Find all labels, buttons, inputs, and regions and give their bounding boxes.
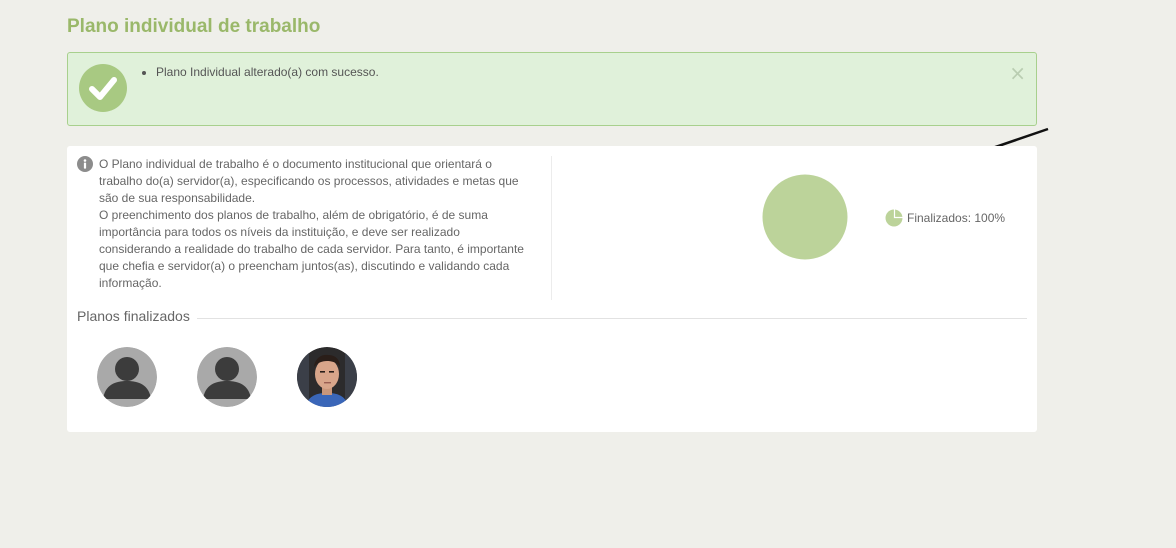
vertical-divider — [551, 156, 552, 300]
avatar-user-1[interactable] — [97, 347, 157, 407]
pie-chart-icon — [885, 209, 903, 227]
alert-message-list: Plano Individual alterado(a) com sucesso… — [136, 65, 379, 79]
user-placeholder-icon — [197, 347, 257, 407]
user-photo-icon — [297, 347, 357, 407]
section-divider — [197, 318, 1027, 319]
info-paragraph-1: O Plano individual de trabalho é o docum… — [99, 157, 519, 205]
info-card: O Plano individual de trabalho é o docum… — [67, 146, 1037, 432]
user-placeholder-icon — [97, 347, 157, 407]
info-description: O Plano individual de trabalho é o docum… — [99, 156, 529, 292]
info-icon — [77, 156, 93, 172]
legend-label: Finalizados: 100% — [907, 211, 1006, 225]
success-alert: Plano Individual alterado(a) com sucesso… — [67, 52, 1037, 126]
page-title: Plano individual de trabalho — [67, 16, 321, 37]
check-circle-icon — [79, 64, 127, 112]
info-paragraph-2: O preenchimento dos planos de trabalho, … — [99, 208, 524, 290]
avatar-user-2[interactable] — [197, 347, 257, 407]
avatar-user-3[interactable] — [297, 347, 357, 407]
close-icon[interactable]: × — [1009, 63, 1026, 83]
alert-message: Plano Individual alterado(a) com sucesso… — [156, 65, 379, 79]
chart-legend: Finalizados: 100% — [885, 209, 1005, 227]
pie-chart — [762, 174, 848, 260]
section-title-planos-finalizados: Planos finalizados — [77, 308, 190, 324]
pie-slice-finalizados — [762, 174, 848, 260]
